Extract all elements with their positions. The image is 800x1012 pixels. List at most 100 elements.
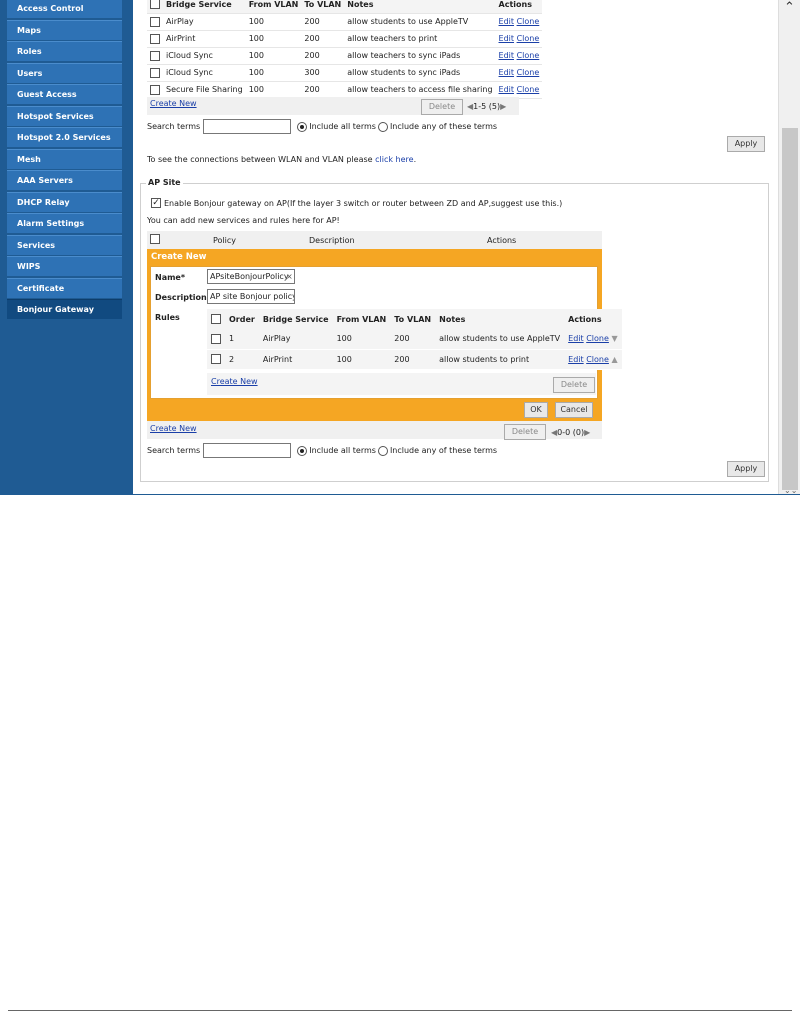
sidebar-item-users[interactable]: Users (7, 62, 122, 83)
cell-to-vlan: 200 (390, 349, 436, 370)
cell-service: AirPrint (163, 30, 246, 48)
create-new-link[interactable]: Create New (150, 99, 197, 108)
ok-button[interactable]: OK (524, 402, 548, 418)
apply-button[interactable]: Apply (727, 136, 765, 152)
add-services-text: You can add new services and rules here … (147, 216, 340, 225)
sidebar-item-hotspot-20-services[interactable]: Hotspot 2.0 Services (7, 127, 122, 147)
cell-notes: allow students to use AppleTV (344, 13, 496, 31)
ap-apply-button[interactable]: Apply (727, 461, 765, 477)
policy-select-all-checkbox[interactable] (150, 234, 160, 244)
next-page-icon[interactable]: ▶ (500, 102, 506, 111)
include-any-radio[interactable] (377, 121, 388, 132)
row-checkbox[interactable] (150, 33, 160, 44)
divider (0, 494, 800, 495)
row-checkbox[interactable] (150, 84, 160, 95)
sidebar-item-wips[interactable]: WIPS (7, 256, 122, 276)
column-header: Description (309, 236, 355, 245)
row-checkbox[interactable] (211, 354, 221, 364)
vertical-scrollbar[interactable]: ⌃ ⌄⌄ (778, 0, 800, 495)
row-checkbox[interactable] (150, 67, 160, 78)
delete-button[interactable]: Delete (421, 99, 463, 115)
next-page-icon[interactable]: ▶ (584, 428, 590, 437)
sidebar-item-hotspot-services[interactable]: Hotspot Services (7, 105, 122, 126)
select-all-checkbox[interactable] (150, 0, 160, 10)
column-header: Policy (213, 236, 237, 245)
pager-text: 0-0 (0) (557, 428, 585, 437)
clone-link[interactable]: Clone (517, 51, 540, 60)
clone-link[interactable]: Clone (517, 85, 540, 94)
sidebar-item-roles[interactable]: Roles (7, 41, 122, 61)
clone-link[interactable]: Clone (586, 355, 609, 364)
include-any-label: Include any of these terms (389, 122, 498, 131)
cell-notes: allow teachers to sync iPads (344, 47, 496, 65)
cell-to-vlan: 200 (301, 30, 345, 48)
scrollbar-thumb[interactable] (782, 128, 798, 490)
rules-delete-button[interactable]: Delete (553, 377, 595, 393)
clear-input-icon[interactable]: × (286, 272, 293, 281)
column-header: From VLAN (332, 309, 391, 329)
cancel-button[interactable]: Cancel (555, 402, 593, 418)
sidebar-item-mesh[interactable]: Mesh (7, 148, 122, 169)
sidebar-item-dhcp-relay[interactable]: DHCP Relay (7, 191, 122, 212)
include-any-radio[interactable] (377, 445, 388, 456)
cell-service: AirPlay (163, 13, 246, 31)
search-input[interactable] (203, 119, 292, 134)
include-all-radio[interactable] (297, 445, 308, 456)
include-all-radio[interactable] (297, 121, 308, 132)
edit-link[interactable]: Edit (499, 85, 515, 94)
move-up-icon[interactable]: ▲ (611, 355, 617, 364)
sidebar-item-services[interactable]: Services (7, 234, 122, 255)
edit-link[interactable]: Edit (499, 34, 515, 43)
sidebar-item-maps[interactable]: Maps (7, 19, 122, 40)
row-checkbox[interactable] (150, 16, 160, 27)
rules-table: Order Bridge Service From VLAN To VLAN N… (207, 309, 622, 370)
clone-link[interactable]: Clone (517, 34, 540, 43)
click-here-link[interactable]: click here (375, 155, 413, 164)
sidebar-item-access-control[interactable]: Access Control (7, 0, 122, 18)
edit-link[interactable]: Edit (568, 355, 584, 364)
edit-link[interactable]: Edit (499, 68, 515, 77)
row-checkbox[interactable] (211, 333, 221, 344)
policy-delete-button[interactable]: Delete (504, 424, 546, 440)
clone-link[interactable]: Clone (517, 68, 540, 77)
sidebar-item-aaa-servers[interactable]: AAA Servers (7, 170, 122, 190)
move-down-icon[interactable]: ▼ (611, 334, 617, 343)
sidebar-item-alarm-settings[interactable]: Alarm Settings (7, 213, 122, 233)
create-new-title: Create New (151, 252, 207, 262)
rules-create-new-link[interactable]: Create New (211, 377, 258, 386)
row-checkbox[interactable] (150, 50, 160, 61)
sidebar-item-bonjour-gateway[interactable]: Bonjour Gateway (7, 299, 122, 319)
clone-link[interactable]: Clone (586, 334, 609, 343)
rules-select-all-checkbox[interactable] (211, 314, 221, 324)
search-label: Search terms (147, 446, 201, 455)
table-row: iCloud Sync 100 300 allow students to sy… (147, 64, 543, 82)
policy-pager: ◀0-0 (0)▶ (551, 428, 590, 437)
cell-to-vlan: 200 (301, 47, 345, 65)
enable-bonjour-checkbox[interactable] (151, 198, 161, 208)
search-input[interactable] (203, 443, 292, 458)
cell-to-vlan: 300 (301, 64, 345, 82)
column-header: To VLAN (301, 0, 345, 14)
edit-link[interactable]: Edit (568, 334, 584, 343)
scroll-up-icon[interactable]: ⌃ (784, 0, 795, 15)
name-input[interactable]: APsiteBonjourPolicy (207, 269, 295, 284)
column-header: Actions (487, 236, 517, 245)
sidebar-item-certificate[interactable]: Certificate (7, 277, 122, 298)
table-row: 1 AirPlay 100 200 allow students to use … (207, 329, 622, 350)
pager-text: 1-5 (5) (473, 102, 501, 111)
policy-create-new-link[interactable]: Create New (150, 424, 197, 433)
table-row: AirPrint 100 200 allow teachers to print… (147, 30, 543, 48)
clone-link[interactable]: Clone (517, 17, 540, 26)
sidebar-item-guest-access[interactable]: Guest Access (7, 84, 122, 104)
zd-rules-table: Bridge Service From VLAN To VLAN Notes A… (147, 0, 543, 99)
edit-link[interactable]: Edit (499, 17, 515, 26)
edit-link[interactable]: Edit (499, 51, 515, 60)
cell-from-vlan: 100 (245, 47, 302, 65)
description-label: Description (155, 293, 207, 302)
cell-to-vlan: 200 (301, 81, 345, 99)
column-header: Order (225, 309, 259, 329)
cell-from-vlan: 100 (245, 64, 302, 82)
cell-to-vlan: 200 (301, 13, 345, 31)
cell-notes: allow teachers to access file sharing (344, 81, 496, 99)
description-input[interactable]: AP site Bonjour policy (207, 289, 295, 304)
